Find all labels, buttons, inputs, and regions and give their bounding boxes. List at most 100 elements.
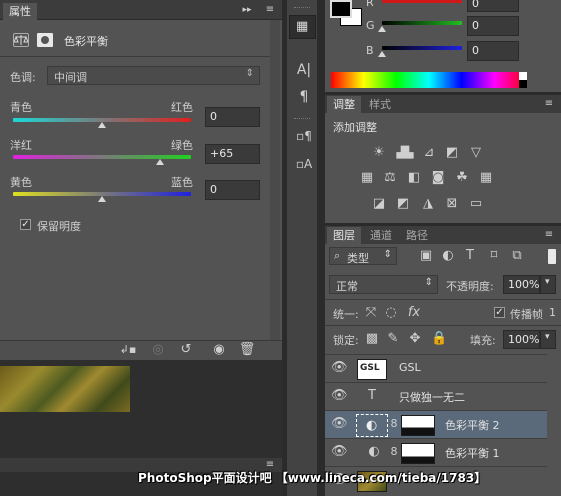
layer-row-selected[interactable]: 👁 ◐ 8 色彩平衡 2 [325, 410, 547, 438]
lock-transparent-icon[interactable]: ▩ [365, 331, 379, 347]
chevron-down-icon: ▾ [545, 332, 550, 342]
collapse-icon[interactable]: ▸▸ [239, 2, 255, 18]
link-icon[interactable]: 8 [388, 416, 400, 432]
color-lookup-icon[interactable]: ▦ [478, 170, 494, 186]
unify-position-icon[interactable]: ⤧ [363, 305, 379, 321]
foreground-swatch-front[interactable] [330, 0, 352, 18]
unify-visibility-icon[interactable]: ◌ [383, 305, 399, 321]
filter-type-icon[interactable]: T [462, 248, 478, 264]
layer-row[interactable]: 👁 ◐ 8 色彩平衡 1 [325, 438, 547, 466]
spectrum-bar[interactable] [331, 72, 527, 88]
layers-menu-icon[interactable]: ≡ [541, 227, 557, 243]
filter-toggle[interactable] [548, 249, 556, 264]
vibrance-icon[interactable]: ▽ [468, 145, 484, 161]
history-button[interactable]: ▦ [289, 15, 316, 39]
text-layer-icon: T [368, 388, 376, 403]
tab-adjustments[interactable]: 调整 [327, 96, 361, 113]
channel-g-thumb[interactable] [378, 26, 386, 32]
slider-thumb[interactable] [98, 122, 106, 128]
filter-smart-object-icon[interactable]: ⧉ [509, 248, 525, 264]
paragraph-styles-icon[interactable]: ▫¶ [294, 128, 314, 144]
layer-thumbnail-text: GSL [360, 363, 380, 373]
tab-paths[interactable]: 路径 [400, 227, 434, 244]
levels-icon[interactable]: ▟▙ [395, 145, 415, 161]
slider-thumb[interactable] [98, 196, 106, 202]
visibility-eye-icon[interactable]: 👁 [331, 388, 348, 403]
view-previous-icon[interactable]: ◎ [148, 342, 168, 358]
preserve-luminosity-checkbox[interactable]: ✓ [20, 219, 31, 230]
visibility-eye-icon[interactable]: ◉ [210, 342, 228, 358]
tab-properties[interactable]: 属性 [3, 3, 37, 20]
layer-filter-value: 类型 [347, 252, 369, 265]
panel-menu-icon[interactable]: ≡ [262, 2, 278, 18]
paragraph-panel-icon[interactable]: ¶ [294, 89, 314, 105]
channel-b-track[interactable] [382, 46, 462, 50]
layer-name: 色彩平衡 2 [445, 419, 500, 432]
chevron-updown-icon: ⇕ [424, 277, 433, 288]
exposure-icon[interactable]: ◩ [444, 145, 460, 161]
hue-saturation-icon[interactable]: ▦ [359, 170, 375, 186]
blend-mode-select[interactable]: 正常 ⇕ [329, 275, 438, 294]
channel-g-input[interactable]: 0 [467, 16, 519, 36]
visibility-eye-icon[interactable]: 👁 [331, 416, 348, 431]
invert-icon[interactable]: ◪ [371, 196, 387, 212]
channel-b-input[interactable]: 0 [467, 41, 519, 61]
tab-layers[interactable]: 图层 [327, 227, 361, 244]
magenta-green-track[interactable] [13, 155, 191, 159]
tab-styles[interactable]: 样式 [363, 96, 397, 113]
opacity-input[interactable]: 100% [503, 275, 540, 294]
lock-position-icon[interactable]: ✥ [408, 331, 422, 347]
gradient-map-icon[interactable]: ▭ [468, 196, 484, 212]
curves-icon[interactable]: ⊿ [421, 145, 437, 161]
color-balance-icon[interactable]: ⚖ [382, 170, 398, 186]
layer-filter-select[interactable]: ⌕ 类型 ⇕ [329, 247, 397, 265]
layer-thumbnail: GSL [357, 359, 387, 380]
yellow-blue-value-input[interactable]: 0 [205, 180, 260, 200]
link-icon[interactable]: 8 [388, 444, 400, 460]
channel-mixer-icon[interactable]: ☘ [454, 170, 470, 186]
mask-icon[interactable] [37, 33, 53, 47]
unify-style-icon[interactable]: fx [405, 305, 423, 321]
character-styles-icon[interactable]: ▫A [294, 156, 314, 172]
layer-row[interactable]: 👁 GSL GSL [325, 354, 547, 382]
photo-filter-icon[interactable]: ◙ [430, 170, 446, 186]
reset-icon[interactable]: ↺ [178, 342, 194, 358]
visibility-eye-icon[interactable]: 👁 [331, 360, 348, 375]
slider-thumb[interactable] [155, 159, 164, 165]
magenta-green-value-input[interactable]: +65 [205, 144, 260, 164]
threshold-icon[interactable]: ◮ [420, 196, 436, 212]
properties-scrollbar[interactable] [270, 20, 280, 340]
propagate-frame-label: 传播帧 [510, 308, 543, 321]
brightness-contrast-icon[interactable]: ☀ [371, 145, 387, 161]
fill-input[interactable]: 100% [503, 330, 540, 349]
channel-r-input[interactable]: 0 [467, 0, 519, 12]
lock-all-icon[interactable]: 🔒 [431, 331, 447, 347]
channel-g-track[interactable] [382, 21, 462, 25]
channel-b-thumb[interactable] [378, 51, 386, 57]
trash-icon[interactable]: 🗑 [238, 342, 256, 358]
propagate-frame-checkbox[interactable]: ✓ [494, 307, 505, 318]
lock-image-icon[interactable]: ✎ [386, 331, 400, 347]
filter-pixel-icon[interactable]: ▣ [418, 248, 434, 264]
cyan-red-value-input[interactable]: 0 [205, 107, 260, 127]
fill-dropdown[interactable]: ▾ [540, 330, 556, 349]
character-panel-icon[interactable]: A| [294, 62, 314, 78]
channel-r-track[interactable] [382, 0, 462, 3]
opacity-dropdown[interactable]: ▾ [540, 275, 556, 294]
tone-select[interactable]: 中间调 ⇕ [47, 66, 260, 85]
clip-to-layer-icon[interactable]: ↲▪ [118, 342, 138, 358]
panel-header-title: 色彩平衡 [64, 35, 108, 48]
black-white-icon[interactable]: ◧ [406, 170, 422, 186]
selective-color-icon[interactable]: ⊠ [444, 196, 460, 212]
layer-name: GSL [399, 361, 421, 374]
adjustments-menu-icon[interactable]: ≡ [541, 96, 557, 112]
layer-row[interactable]: 👁 T 只做独一无二 [325, 382, 547, 410]
slider-red-label: 红色 [171, 101, 193, 114]
spectrum-white-black[interactable] [519, 72, 527, 88]
filter-shape-icon[interactable]: ⌑ [486, 248, 502, 264]
filter-adjustment-icon[interactable]: ◐ [440, 248, 456, 264]
posterize-icon[interactable]: ◩ [395, 196, 411, 212]
tab-channels[interactable]: 通道 [364, 227, 398, 244]
slider-yellow-label: 黄色 [10, 176, 32, 189]
visibility-eye-icon[interactable]: 👁 [331, 444, 348, 459]
